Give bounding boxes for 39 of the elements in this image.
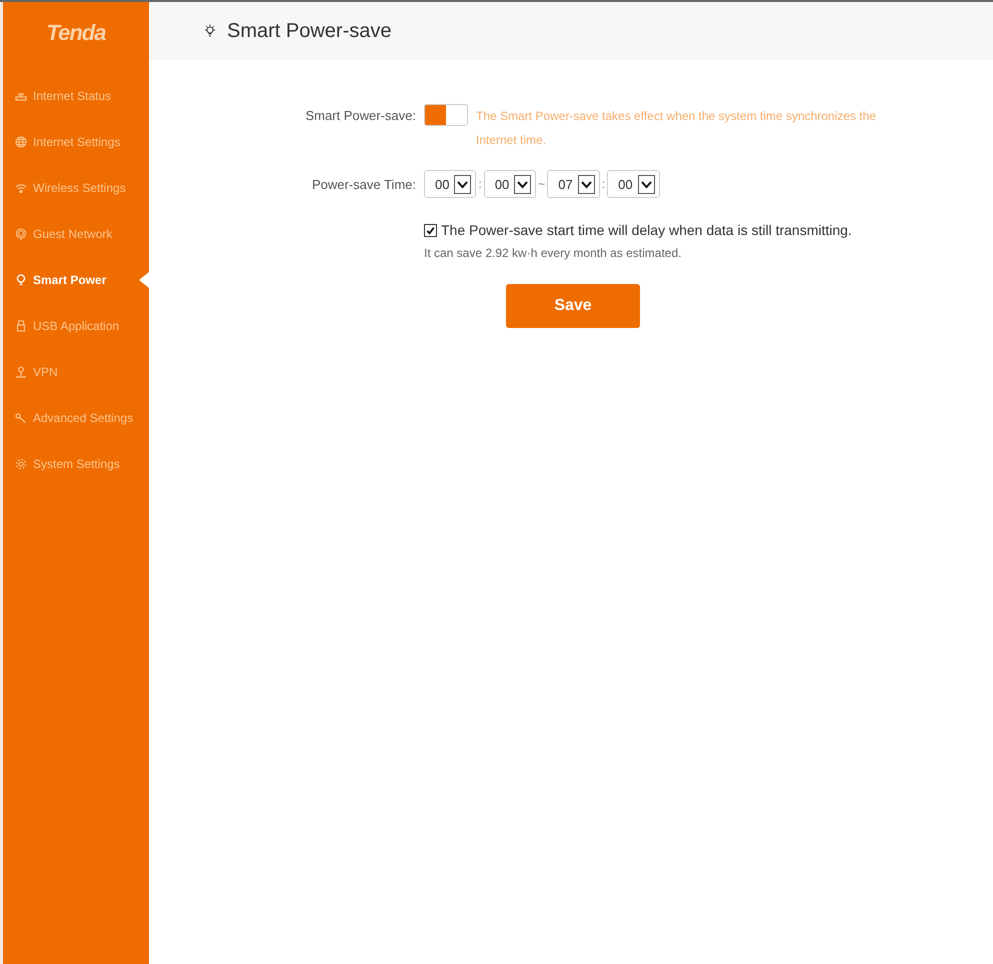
- separator: ~: [537, 177, 546, 191]
- gear-icon: [15, 458, 27, 470]
- usb-icon: [15, 320, 27, 332]
- estimate-text: It can save 2.92 kw·h every month as estimated.: [424, 246, 682, 260]
- separator: :: [600, 177, 606, 191]
- nav-item[interactable]: Guest Network: [3, 211, 149, 257]
- time-select[interactable]: 00: [607, 170, 660, 198]
- nav-item[interactable]: USB Application: [3, 303, 149, 349]
- logo: Tenda: [46, 19, 107, 47]
- router-icon: [15, 90, 27, 102]
- nav-item[interactable]: Advanced Settings: [3, 395, 149, 441]
- field-label: Smart Power-save:: [304, 107, 417, 125]
- nav-item[interactable]: VPN: [3, 349, 149, 395]
- dropdown-icon: [454, 174, 472, 194]
- wifi-icon: [15, 182, 27, 194]
- dropdown-icon: [514, 174, 532, 194]
- nav-item[interactable]: Internet Status: [3, 73, 149, 119]
- hint-text: The Smart Power-save takes effect when the system time synchronizes the Internet time.: [476, 108, 877, 149]
- separator: :: [477, 177, 483, 191]
- nav-item[interactable]: Wireless Settings: [3, 165, 149, 211]
- field-label: Power-save Time:: [310, 176, 417, 192]
- bulb-icon: [15, 274, 27, 286]
- time-select[interactable]: 07: [547, 170, 600, 198]
- time-select[interactable]: 00: [424, 170, 476, 198]
- page-title: Smart Power-save: [227, 20, 392, 42]
- nav-item[interactable]: System Settings: [3, 441, 149, 487]
- checkbox[interactable]: [424, 224, 437, 236]
- checkbox-label: The Power-save start time will delay when data is still transmitting.: [441, 222, 852, 238]
- dropdown-icon: [638, 174, 655, 194]
- bulb-icon: [203, 24, 217, 38]
- wrench-icon: [15, 412, 27, 424]
- save-button[interactable]: Save: [506, 284, 640, 328]
- globe-icon: [15, 136, 27, 148]
- nav-item[interactable]: Internet Settings: [3, 119, 149, 165]
- time-select[interactable]: 00: [484, 170, 536, 198]
- toggle-switch[interactable]: [424, 104, 468, 126]
- pin-icon: [15, 366, 27, 378]
- target-icon: [15, 228, 27, 240]
- dropdown-icon: [578, 174, 595, 194]
